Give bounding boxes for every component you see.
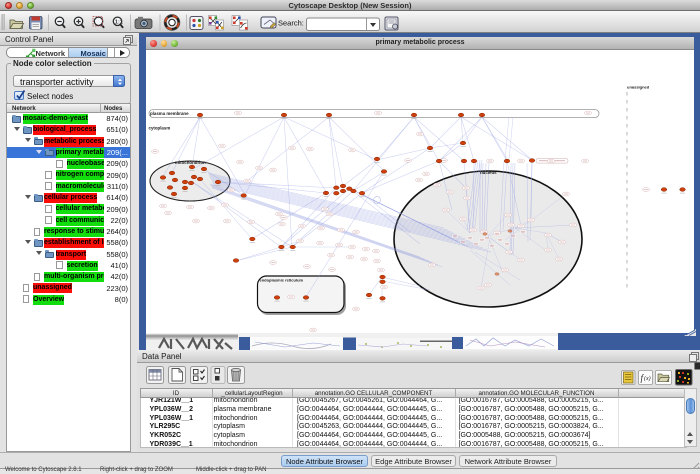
svg-text:(x): (x)	[644, 375, 651, 382]
svg-text:endoplasmic reticulum: endoplasmic reticulum	[260, 278, 304, 283]
svg-text:Search:: Search:	[278, 19, 304, 28]
svg-text:nucleus: nucleus	[480, 170, 497, 175]
svg-text:mitochondrion: mitochondrion	[175, 160, 206, 165]
svg-text:1:1: 1:1	[115, 20, 123, 26]
svg-text:unassigned: unassigned	[627, 85, 650, 90]
svg-text:cytoplasm: cytoplasm	[149, 126, 171, 131]
svg-text:plasma membrane: plasma membrane	[150, 111, 189, 116]
